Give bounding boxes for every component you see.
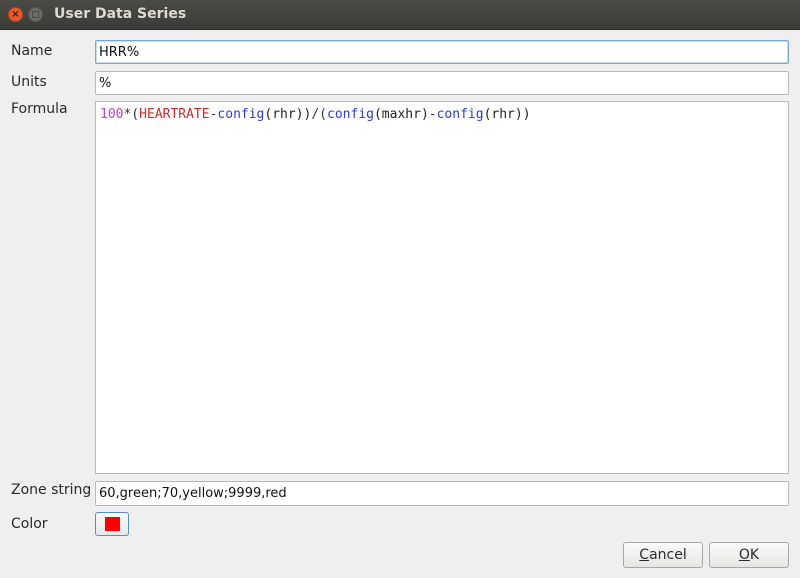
formula-token-text: (maxhr): [373, 107, 429, 122]
formula-editor[interactable]: 100*(HEARTRATE-config(rhr))/(config(maxh…: [95, 101, 789, 474]
zone-string-input[interactable]: [95, 481, 789, 506]
units-label: Units: [11, 74, 47, 90]
formula-token-symbol: HEARTRATE: [139, 107, 210, 122]
formula-token-func: config: [327, 107, 374, 122]
formula-label: Formula: [11, 101, 68, 117]
window-title: User Data Series: [54, 6, 187, 22]
ok-label: K: [749, 547, 760, 563]
formula-token-func: config: [436, 107, 484, 122]
cancel-button[interactable]: Cancel: [623, 542, 703, 568]
name-label: Name: [11, 43, 53, 59]
formula-token-op: *(: [123, 107, 140, 122]
units-input[interactable]: [95, 71, 789, 95]
cancel-mnemonic: C: [639, 547, 650, 563]
color-swatch: [105, 517, 120, 531]
formula-token-number: 100: [100, 107, 124, 122]
cancel-label: ancel: [649, 547, 687, 563]
ok-mnemonic: O: [738, 547, 750, 563]
formula-token-func: config: [217, 107, 265, 122]
color-label: Color: [11, 516, 48, 532]
formula-token-op: -: [428, 107, 437, 122]
name-input[interactable]: [95, 40, 789, 64]
formula-token-op: /(: [311, 107, 328, 122]
close-window-button[interactable]: ×: [8, 7, 23, 22]
color-picker-button[interactable]: [95, 512, 129, 536]
title-bar: × □ User Data Series: [0, 0, 800, 30]
formula-token-text: (rhr)): [264, 107, 312, 122]
maximize-window-button[interactable]: □: [28, 7, 43, 22]
ok-button[interactable]: OK: [709, 542, 789, 568]
formula-token-text: (rhr)): [483, 107, 531, 122]
zone-string-label: Zone string: [11, 482, 92, 498]
